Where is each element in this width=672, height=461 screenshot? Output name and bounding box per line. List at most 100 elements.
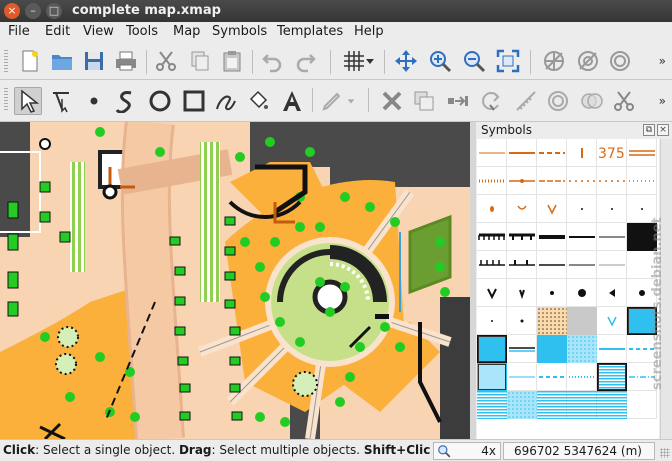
symbol-dot-tiny[interactable] [507,307,537,335]
switch-symbol-icon[interactable] [444,87,472,115]
grid-dropdown-icon[interactable] [362,47,378,75]
copy-icon[interactable] [186,47,214,75]
symbol-line-black-med[interactable] [537,251,567,279]
symbol-dot-small[interactable] [477,307,507,335]
symbol-empty[interactable] [627,391,657,419]
menu-file[interactable]: File [8,24,30,39]
symbol-dot-small[interactable] [567,195,597,223]
menu-map[interactable]: Map [173,24,200,39]
symbol-line-blue[interactable] [597,335,627,363]
menu-symbols[interactable]: Symbols [212,24,267,39]
paste-icon[interactable] [218,47,246,75]
toolbar-grip[interactable] [4,88,8,112]
symbol-line-black-thin[interactable] [597,223,627,251]
float-panel-button[interactable]: ⧉ [643,124,655,136]
pen-dropdown-icon[interactable] [344,87,358,115]
symbol-v-black[interactable] [477,279,507,307]
symbol-area-orange-dots[interactable] [537,307,567,335]
duplicate-icon[interactable] [410,87,438,115]
rotate-icon[interactable] [478,87,506,115]
symbol-area-gray[interactable] [567,307,597,335]
zoom-indicator[interactable]: 4x [433,442,501,460]
draw-circle-icon[interactable] [146,87,174,115]
draw-path-icon[interactable] [112,87,140,115]
symbol-line-black-ticks2[interactable] [507,251,537,279]
draw-rectangle-icon[interactable] [180,87,208,115]
close-panel-button[interactable]: × [657,124,669,136]
fill-bucket-icon[interactable] [244,87,272,115]
symbol-line-black-teeth2[interactable] [507,223,537,251]
print-icon[interactable] [112,47,140,75]
edit-line-icon[interactable] [48,87,76,115]
symbol-triangle-black[interactable] [597,279,627,307]
minimize-window-button[interactable]: – [25,3,41,19]
symbol-area-blue-lines[interactable] [537,391,567,419]
maximize-window-button[interactable]: □ [46,3,62,19]
toolbar-overflow-icon[interactable]: » [659,54,666,68]
save-disk-icon[interactable] [80,47,108,75]
symbol-area-blue[interactable] [537,335,567,363]
close-window-button[interactable]: × [4,3,20,19]
symbol-dot-black[interactable] [537,279,567,307]
symbol-area-blue-dots[interactable] [567,335,597,363]
symbol-line-blue-thin[interactable] [507,363,537,391]
symbol-line-gray-thin[interactable] [597,251,627,279]
symbol-line-blue-dashed[interactable] [537,363,567,391]
symbol-line-black[interactable] [567,223,597,251]
symbol-dot-black-large[interactable] [567,279,597,307]
symbol-dot-orange[interactable] [477,195,507,223]
template-hide-all-icon[interactable] [574,47,602,75]
edit-objects-icon[interactable] [14,87,42,115]
symbol-line-orange[interactable] [507,139,537,167]
symbol-tick-orange[interactable] [567,139,597,167]
cut-icon[interactable] [152,47,180,75]
fullscreen-icon[interactable] [494,47,522,75]
symbol-v-blue[interactable] [597,307,627,335]
symbol-area-blue-dots[interactable] [507,391,537,419]
draw-freehand-icon[interactable] [212,87,240,115]
menu-templates[interactable]: Templates [277,24,343,39]
pen-icon[interactable] [318,87,346,115]
new-file-icon[interactable] [16,47,44,75]
draw-text-icon[interactable] [278,87,306,115]
undo-icon[interactable] [258,47,286,75]
coordinate-readout[interactable]: 696702 5347624 (m) [503,442,655,460]
symbol-dot-small[interactable] [597,195,627,223]
measure-icon[interactable] [512,87,540,115]
symbol-line-orange-thin[interactable] [477,139,507,167]
symbol-v-black-small[interactable] [507,279,537,307]
menu-help[interactable]: Help [354,24,384,39]
symbol-area-blue-lines-framed[interactable] [597,363,627,391]
delete-icon[interactable] [378,87,406,115]
symbol-line-blue-dotted[interactable] [567,363,597,391]
zoom-out-icon[interactable] [460,47,488,75]
symbol-cup-orange[interactable] [507,195,537,223]
symbol-area-blue-light-framed[interactable] [477,363,507,391]
template-hide-icon[interactable] [540,47,568,75]
intersect-icon[interactable] [578,87,606,115]
zoom-in-icon[interactable] [426,47,454,75]
symbol-line-black-blue[interactable] [507,335,537,363]
symbol-v-orange[interactable] [537,195,567,223]
symbol-line-black-ticks[interactable] [477,251,507,279]
symbol-area-blue-lines[interactable] [567,391,597,419]
symbol-line-orange-sparse[interactable] [597,167,627,195]
symbol-line-black-teeth[interactable] [477,223,507,251]
symbol-line-orange-dot[interactable] [507,167,537,195]
symbol-line-black-thin[interactable] [567,251,597,279]
open-folder-icon[interactable] [48,47,76,75]
symbol-text-375[interactable]: 375 [597,139,627,167]
symbol-line-orange-dots[interactable] [537,167,567,195]
symbol-line-black-thick[interactable] [537,223,567,251]
pan-move-icon[interactable] [392,47,420,75]
toolbar-overflow-icon[interactable]: » [659,94,666,108]
symbol-line-orange-dotted[interactable] [477,167,507,195]
symbol-area-blue-lines[interactable] [597,391,627,419]
draw-point-icon[interactable] [80,87,108,115]
map-canvas[interactable] [0,122,470,439]
menu-view[interactable]: View [83,24,114,39]
union-icon[interactable] [544,87,572,115]
menu-tools[interactable]: Tools [126,24,158,39]
cut-tool-icon[interactable] [610,87,638,115]
symbol-line-orange-sparse[interactable] [567,167,597,195]
